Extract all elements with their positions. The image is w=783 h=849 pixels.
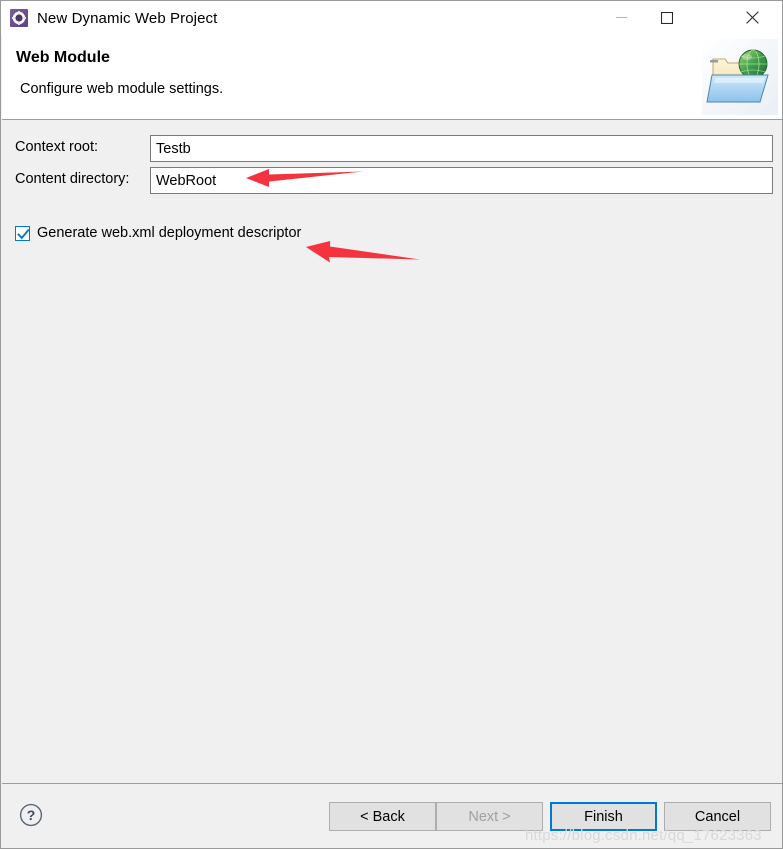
context-root-row: Context root: <box>2 135 782 162</box>
svg-text:?: ? <box>27 807 36 823</box>
content-directory-row: Content directory: <box>2 167 782 194</box>
dialog-window: New Dynamic Web Project Web Module Confi… <box>0 0 783 849</box>
wizard-body: Context root: Content directory: Generat… <box>2 121 782 783</box>
content-directory-input[interactable] <box>150 167 773 194</box>
page-title: Web Module <box>16 49 110 66</box>
web-folder-globe-icon <box>702 39 778 115</box>
project-gear-icon <box>10 9 28 27</box>
page-description: Configure web module settings. <box>20 81 224 97</box>
generate-webxml-checkbox[interactable] <box>15 225 30 241</box>
context-root-label: Context root: <box>15 139 99 155</box>
content-directory-label: Content directory: <box>15 171 130 187</box>
generate-webxml-label: Generate web.xml deployment descriptor <box>37 225 302 241</box>
maximize-icon[interactable] <box>644 1 690 34</box>
close-icon[interactable] <box>722 1 782 34</box>
watermark-text: https://blog.csdn.net/qq_17623363 <box>525 827 762 844</box>
back-button[interactable]: < Back <box>329 802 436 831</box>
generate-webxml-row[interactable]: Generate web.xml deployment descriptor <box>2 222 782 244</box>
wizard-header: Web Module Configure web module settings… <box>2 35 782 120</box>
window-title: New Dynamic Web Project <box>37 9 218 27</box>
context-root-input[interactable] <box>150 135 773 162</box>
title-bar[interactable]: New Dynamic Web Project <box>1 1 782 35</box>
help-icon[interactable]: ? <box>19 803 43 827</box>
minimize-icon[interactable] <box>598 1 644 34</box>
